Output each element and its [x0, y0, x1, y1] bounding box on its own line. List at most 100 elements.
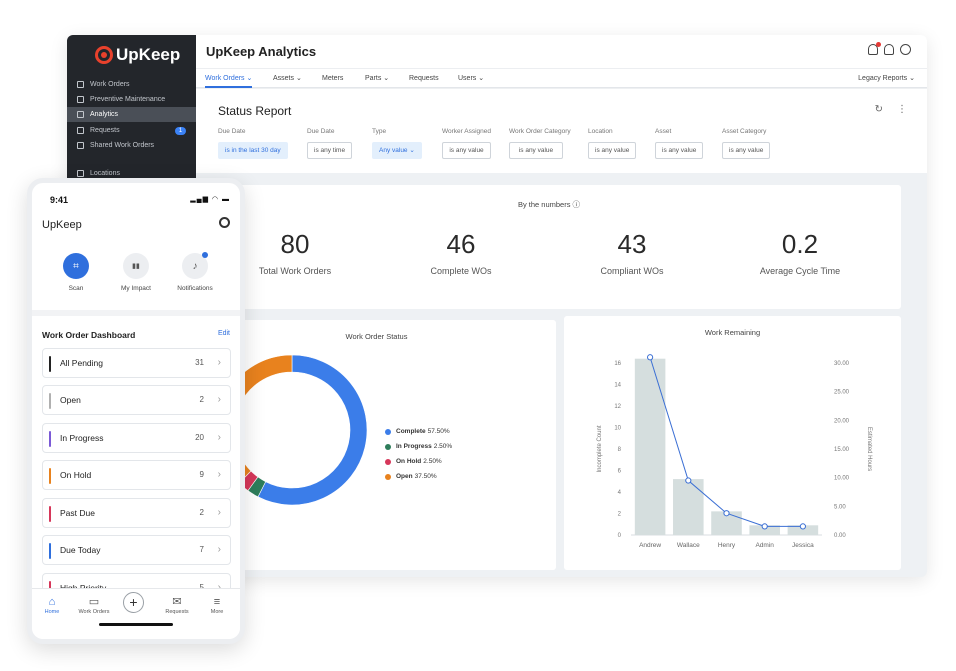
filter-label: Due Date [307, 128, 335, 135]
nav-work-orders[interactable]: ▭ Work Orders [72, 595, 116, 615]
nav-requests[interactable]: ✉ Requests [155, 595, 199, 615]
filter-location: Location is any value [588, 128, 637, 159]
stat-value: 43 [617, 229, 647, 259]
y2-tick-label: 25.00 [834, 390, 850, 396]
chevron-right-icon: › [217, 544, 221, 555]
refresh-icon[interactable]: ↻ [875, 104, 883, 115]
donut-chart [216, 354, 368, 506]
list-item[interactable]: Open 2 › [42, 385, 231, 415]
tab-bar: Work Orders ⌄ Assets ⌄ Meters Parts ⌄ Re… [196, 68, 927, 88]
x-tick-label: Admin [755, 542, 774, 549]
bottom-nav: ⌂ Home ▭ Work Orders + ✉ Requests ≡ More [32, 588, 240, 639]
filter-asset-category: Asset Category is any value [722, 128, 771, 159]
dashboard-title: Work Order Dashboard [42, 330, 136, 340]
filter-type: Type Any value ⌄ [372, 128, 422, 159]
tab-assets[interactable]: Assets ⌄ [273, 69, 302, 88]
y-tick-label: 14 [614, 383, 621, 389]
row-count: 2 [199, 508, 204, 517]
sidebar-item-analytics[interactable]: Analytics [67, 107, 196, 122]
sidebar-item-label: Analytics [90, 111, 119, 118]
filter-value[interactable]: is any time [307, 142, 353, 159]
impact-glyph: ▮▮ [132, 263, 140, 270]
row-count: 7 [199, 545, 204, 554]
nav-more[interactable]: ≡ More [195, 595, 239, 615]
settings-gear-icon[interactable] [219, 217, 230, 228]
y-tick-label: 6 [618, 469, 622, 475]
status-bar [49, 356, 51, 372]
status-bar [49, 506, 51, 522]
top-bar: UpKeep Analytics [196, 35, 927, 68]
legend-item: On Hold 2.50% [385, 454, 452, 469]
edit-button[interactable]: Edit [218, 330, 230, 337]
clipboard-icon: ▭ [88, 596, 100, 608]
sidebar-item-preventive-maintenance[interactable]: Preventive Maintenance [67, 92, 196, 107]
hours-point-andrew [647, 354, 654, 361]
location-icon [77, 170, 84, 177]
tab-requests[interactable]: Requests [409, 69, 439, 88]
row-count: 9 [199, 470, 204, 479]
filter-value[interactable]: is in the last 30 day [218, 142, 288, 159]
y-tick-label: 2 [618, 512, 622, 518]
upkeep-logo[interactable]: UpKeep [95, 43, 180, 67]
filter-value[interactable]: is any value [655, 142, 704, 159]
stat-label: Total Work Orders [258, 266, 332, 276]
sidebar-item-requests[interactable]: Requests 1 [67, 123, 196, 138]
legend-swatch [385, 428, 391, 435]
legend-name: On Hold [396, 458, 422, 465]
list-item[interactable]: Due Today 7 › [42, 535, 231, 565]
tab-parts[interactable]: Parts ⌄ [365, 69, 389, 88]
add-button[interactable]: + [123, 592, 144, 613]
legend-value: 2.50% [423, 458, 442, 465]
sidebar-item-work-orders[interactable]: Work Orders [67, 77, 196, 92]
y-tick-label: 4 [618, 490, 622, 496]
filter-value[interactable]: Any value ⌄ [372, 142, 422, 159]
y2-tick-label: 20.00 [834, 418, 850, 424]
scan-icon: ⌗ [63, 253, 89, 279]
donut-legend: Complete 57.50% In Progress 2.50% On Hold 2… [385, 424, 452, 484]
tab-users[interactable]: Users ⌄ [458, 69, 484, 88]
list-item[interactable]: All Pending 31 › [42, 348, 231, 378]
filter-value[interactable]: is any value [722, 142, 771, 159]
more-vertical-icon[interactable]: ⋮ [897, 104, 907, 115]
lightbulb-icon[interactable] [868, 42, 881, 55]
row-label: Open [60, 395, 81, 405]
chevron-right-icon: › [217, 432, 221, 443]
stat-compliant-wos: 43 Compliant WOs [562, 229, 702, 276]
notifications-action[interactable]: ♪ Notifications [160, 252, 230, 292]
list-item[interactable]: Past Due 2 › [42, 498, 231, 528]
sidebar-item-label: Preventive Maintenance [90, 96, 166, 103]
filter-label: Type [372, 128, 387, 135]
filter-work-order-category: Work Order Category is any value [509, 128, 571, 159]
y-tick-label: 10 [614, 426, 621, 432]
bar-chart-icon: ▮▮ [123, 253, 149, 279]
legacy-reports-dropdown[interactable]: Legacy Reports ⌄ [858, 69, 915, 88]
calendar-icon [77, 96, 84, 103]
clipboard-icon [77, 81, 84, 88]
sidebar-item-shared-work-orders[interactable]: Shared Work Orders [67, 138, 196, 153]
phone-logo: UpKeep [42, 219, 82, 231]
donut-slice-complete [257, 354, 368, 506]
chart-icon [77, 111, 84, 118]
stat-total-work-orders: 80 Total Work Orders [225, 229, 365, 276]
filter-value[interactable]: is any value [588, 142, 637, 159]
chevron-right-icon: › [217, 507, 221, 518]
x-tick-label: Jessica [792, 542, 814, 549]
filter-worker-assigned: Worker Assigned is any value [442, 128, 492, 159]
filter-value[interactable]: is any value [442, 142, 492, 159]
legend-swatch [385, 458, 391, 465]
work-order-status-card: Work Order Status Complete 57.50% In Prog… [197, 320, 556, 570]
legend-value: 37.50% [414, 473, 437, 480]
filter-value[interactable]: is any value [509, 142, 563, 159]
tab-meters[interactable]: Meters [322, 69, 343, 88]
nav-home[interactable]: ⌂ Home [32, 595, 74, 615]
tab-work-orders[interactable]: Work Orders ⌄ [205, 69, 253, 88]
y-axis-label: Incomplete Count [597, 425, 603, 472]
list-item[interactable]: In Progress 20 › [42, 423, 231, 453]
filter-due-date-2: Due Date is any time [307, 128, 353, 159]
y2-tick-label: 10.00 [834, 476, 850, 482]
bell-icon[interactable] [884, 44, 894, 55]
list-item[interactable]: On Hold 9 › [42, 460, 231, 490]
gear-logo-icon [95, 46, 113, 64]
user-icon[interactable] [900, 44, 911, 55]
sidebar-item-label: Shared Work Orders [90, 142, 155, 149]
